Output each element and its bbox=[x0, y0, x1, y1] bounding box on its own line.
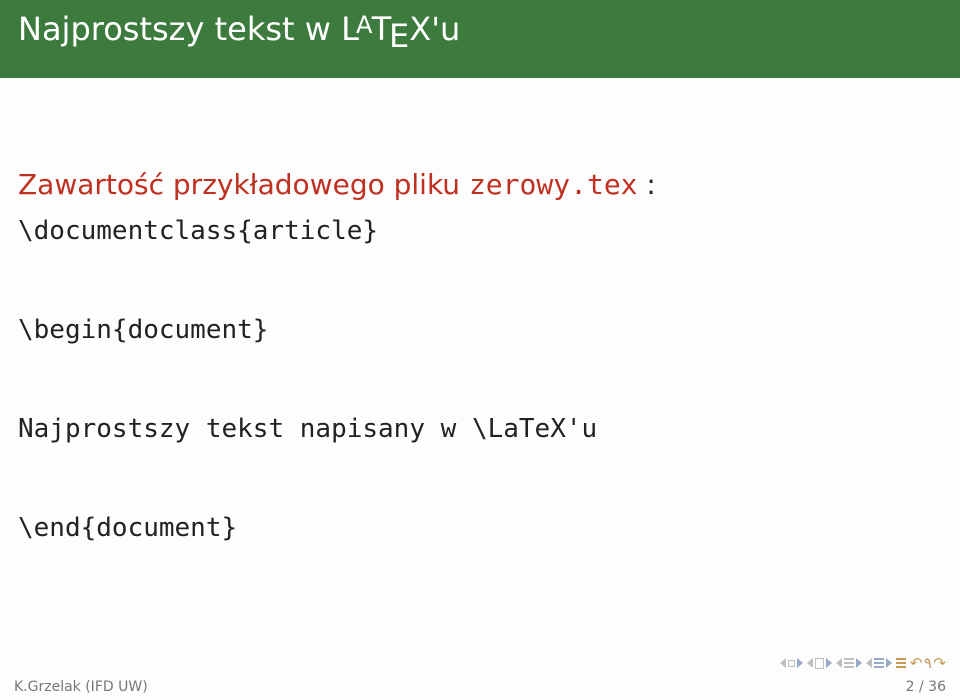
subtitle-filename: zerowy.tex bbox=[469, 168, 638, 201]
code-line-3: Najprostszy tekst napisany w \LaTeX'u bbox=[18, 405, 942, 454]
nav-prev-subsection[interactable] bbox=[836, 658, 862, 668]
nav-prev-frame[interactable] bbox=[807, 658, 832, 669]
footer-author: K.Grzelak (IFD UW) bbox=[14, 679, 148, 695]
subtitle-text: Zawartość przykładowego pliku bbox=[18, 168, 469, 201]
nav-toc[interactable] bbox=[896, 658, 906, 668]
title-suffix: 'u bbox=[431, 10, 460, 48]
title-prefix: Najprostszy tekst w bbox=[18, 10, 341, 48]
code-line-2: \begin{document} bbox=[18, 306, 942, 355]
code-block: \documentclass{article} \begin{document}… bbox=[18, 207, 942, 553]
subtitle: Zawartość przykładowego pliku zerowy.tex… bbox=[18, 168, 942, 201]
slide-header: Najprostszy tekst w LATEX'u bbox=[0, 0, 960, 78]
nav-prev-slide[interactable] bbox=[780, 658, 803, 668]
slide-footer: K.Grzelak (IFD UW) 2 / 36 bbox=[0, 674, 960, 700]
slide-body: Zawartość przykładowego pliku zerowy.tex… bbox=[0, 78, 960, 553]
nav-back-forward[interactable]: ↶ ۹ ↷ bbox=[910, 654, 946, 672]
code-line-1: \documentclass{article} bbox=[18, 207, 942, 256]
code-line-4: \end{document} bbox=[18, 504, 942, 553]
subtitle-colon: : bbox=[638, 168, 656, 201]
footer-page: 2 / 36 bbox=[906, 679, 946, 695]
beamer-nav: ↶ ۹ ↷ bbox=[780, 654, 946, 672]
latex-logo: LATEX bbox=[341, 10, 431, 48]
nav-prev-section[interactable] bbox=[866, 658, 892, 668]
